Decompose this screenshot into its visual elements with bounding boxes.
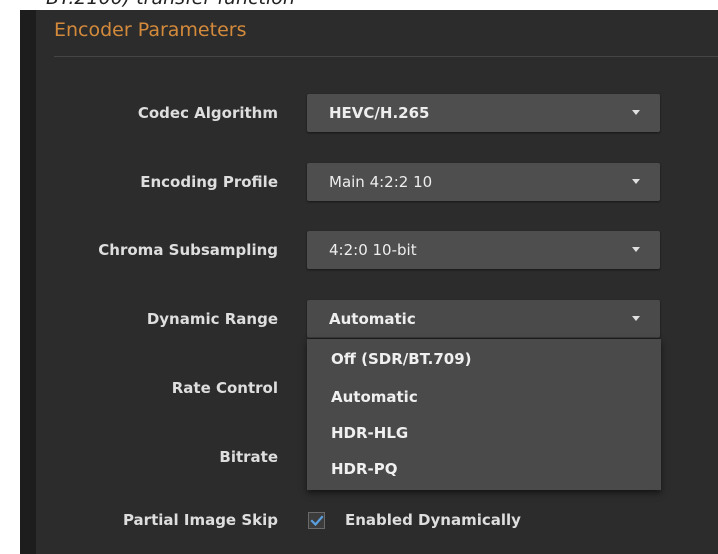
bitrate-label: Bitrate	[219, 448, 278, 466]
rate-control-label: Rate Control	[171, 379, 278, 397]
chroma-subsampling-select[interactable]: 4:2:0 10-bit	[307, 231, 660, 269]
dropdown-option-off-sdr[interactable]: Off (SDR/BT.709)	[307, 341, 661, 377]
caption-text: BT.2100) transfer function	[46, 0, 295, 9]
chroma-subsampling-value: 4:2:0 10-bit	[329, 241, 417, 259]
chroma-subsampling-label: Chroma Subsampling	[98, 241, 278, 259]
partial-image-skip-label: Partial Image Skip	[122, 511, 278, 529]
dropdown-option-label: HDR-HLG	[331, 424, 409, 442]
dropdown-option-hdr-hlg[interactable]: HDR-HLG	[307, 415, 661, 451]
dropdown-option-automatic[interactable]: Automatic	[307, 379, 661, 415]
caret-down-icon	[632, 316, 640, 321]
dropdown-option-label: Off (SDR/BT.709)	[331, 350, 472, 368]
caret-down-icon	[632, 247, 640, 252]
encoding-profile-select[interactable]: Main 4:2:2 10	[307, 163, 660, 201]
dynamic-range-select[interactable]: Automatic	[307, 300, 660, 338]
caret-down-icon	[632, 110, 640, 115]
encoding-profile-value: Main 4:2:2 10	[329, 173, 433, 191]
panel-side-rail	[20, 10, 36, 554]
dynamic-range-value: Automatic	[329, 310, 416, 328]
codec-algorithm-value: HEVC/H.265	[329, 104, 430, 122]
encoding-profile-label: Encoding Profile	[140, 173, 278, 191]
codec-algorithm-select[interactable]: HEVC/H.265	[307, 94, 660, 132]
dynamic-range-dropdown-menu: Off (SDR/BT.709) Automatic HDR-HLG HDR-P…	[307, 339, 661, 490]
codec-algorithm-label: Codec Algorithm	[137, 104, 278, 122]
dynamic-range-label: Dynamic Range	[146, 310, 278, 328]
dropdown-option-label: Automatic	[331, 388, 418, 406]
top-caption: BT.2100) transfer function	[0, 0, 718, 10]
caret-down-icon	[632, 179, 640, 184]
dropdown-option-hdr-pq[interactable]: HDR-PQ	[307, 451, 661, 487]
section-title: Encoder Parameters	[54, 19, 247, 41]
section-divider	[54, 56, 718, 57]
dropdown-option-label: HDR-PQ	[331, 460, 398, 478]
partial-image-skip-checkbox-label[interactable]: Enabled Dynamically	[345, 511, 521, 529]
partial-image-skip-checkbox[interactable]	[308, 512, 325, 529]
checkmark-icon	[310, 515, 324, 527]
